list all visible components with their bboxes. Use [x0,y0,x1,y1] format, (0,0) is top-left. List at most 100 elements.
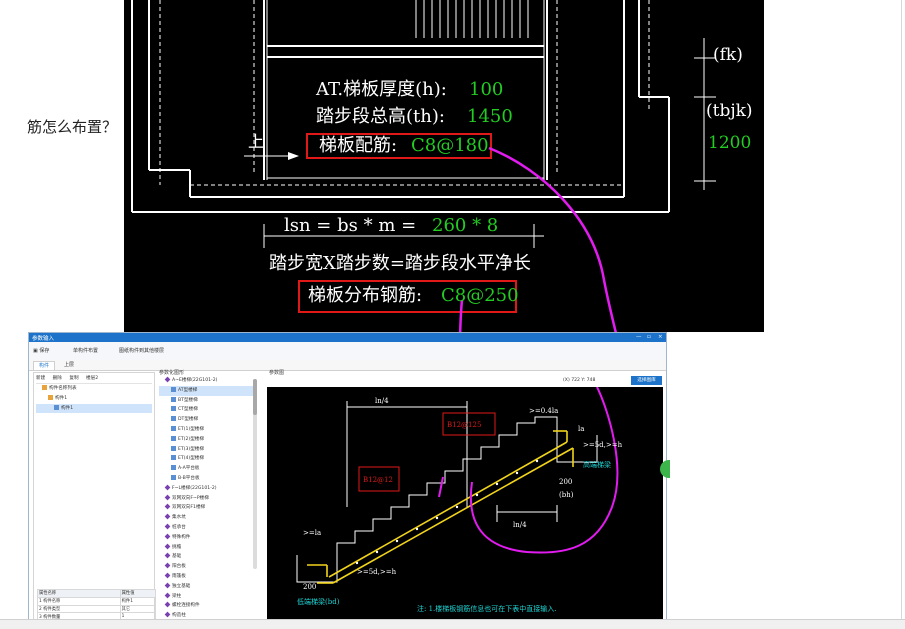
stair-type-icon [171,386,176,392]
tab-component[interactable]: 构件 [33,361,56,370]
tree-item[interactable]: AT型楼梯 [159,385,254,396]
mid-scrollbar-thumb[interactable] [253,379,257,415]
property-value[interactable]: 其它 [119,604,157,614]
tree-item[interactable]: DT型楼梯 [159,415,254,425]
tree-item[interactable]: 阳台板 [159,562,254,572]
category-icon [164,582,171,589]
dist-value: C8@250 [441,285,519,306]
left-toolbar: 新建 删除 复制 楼层2 [36,375,152,384]
tbjk-label: (tbjk) [706,101,753,121]
tree-item[interactable]: 双网双向F1楼梯 [159,503,254,513]
tab-upper[interactable]: 上层 [59,361,79,369]
note-text: 注: 1.楼梯板钢筋信息也可在下表中直接输入. [417,604,557,613]
tree-item[interactable]: 双网双向F~P楼梯 [159,494,254,504]
tree-item[interactable]: A-A平台板 [159,464,254,474]
tree-item[interactable]: B-B平台板 [159,474,254,484]
tree-item-label: 特殊构件 [172,534,191,540]
tree-item-label: 独立基础 [172,583,191,589]
stair-type-icon [171,465,176,471]
tree-item[interactable]: 雨篷板 [159,572,254,582]
tree-item[interactable]: 挑檐 [159,543,254,553]
rebar-label: 梯板配筋: [319,135,397,156]
tree-item[interactable]: 梁柱 [159,592,254,602]
tree-item[interactable]: 构件1 [36,403,152,414]
property-value[interactable]: 构件1 [119,596,157,606]
explain-text: 踏步宽X踏步数=踏步段水平净长 [269,253,531,274]
tree-item-label: 构造柱 [172,613,186,619]
title-bar: 参数输入 — ▫ × [29,333,666,342]
property-name: 2 构件类型 [37,604,121,614]
stair-type-icon [171,445,176,451]
tree-item[interactable]: A~E楼梯(22G101-2) [159,376,254,386]
delete-button[interactable]: 删除 [53,376,62,381]
new-button[interactable]: 新建 [36,376,45,381]
low-200-label: 200 [303,583,316,591]
parameter-drawing-pane: 参数图 (X) 722 Y: 748 选择图库 ln/4 ln/4 B12@12… [267,368,664,619]
stair-type-icon [171,435,176,441]
top-stair-svg: AT.梯板厚度(h): 100 踏步段总高(th): 1450 梯板配筋: C8… [131,0,753,548]
rebar-value: C8@180 [411,135,489,156]
copy-button[interactable]: 复制 [69,376,78,381]
select-library-button[interactable]: 选择图库 [631,376,662,385]
low-la-label: >=la [303,529,321,537]
property-table: 属性名称 属性值 1 构件名称构件12 构件类型其它3 构件数量14 预制类型现… [37,589,157,619]
tree-item[interactable]: 桩承台 [159,523,254,533]
category-icon [164,523,171,530]
tree-item[interactable]: CT型楼梯 [159,405,254,415]
property-value-header: 属性值 [119,589,157,598]
high-beam-label: 高端梯梁 [583,460,611,469]
main-toolbar: ▣ 保存 单构件布置 图纸构件到其他楼层 [29,342,666,361]
tree-item[interactable]: 集水坑 [159,513,254,523]
copy-floor-button[interactable]: 图纸构件到其他楼层 [119,347,164,354]
stair-section-svg: ln/4 ln/4 B12@125 B12@12 >=0.4la la >=5d… [296,386,623,613]
tree-item[interactable]: BT型楼梯 [159,396,254,406]
tree-item-label: 基础 [172,554,182,560]
tree-item[interactable]: ET(4)型楼梯 [159,454,254,464]
tree-item[interactable]: 基础 [159,552,254,562]
property-row[interactable]: 1 构件名称 构件1 [37,596,157,606]
top-anchor-label: >=0.4la [529,407,558,415]
tree-item-label: BT型楼梯 [178,397,198,403]
tree-item[interactable]: 独立基础 [159,582,254,592]
tree-item[interactable]: F~L楼梯(22G101-2) [159,484,254,494]
window-title: 参数输入 [32,336,55,342]
tree-item[interactable]: 特殊构件 [159,533,254,543]
lsn-values: 260 * 8 [432,215,498,236]
single-place-button[interactable]: 单构件布置 [73,347,98,354]
tree-item-label: 集水坑 [172,515,186,521]
stair-type-icon [171,406,176,412]
category-icon [164,484,171,491]
stair-type-icon [54,404,59,410]
bh-value: 200 [559,478,572,486]
tree-item[interactable]: ET(3)型楼梯 [159,445,254,455]
stair-type-icon [171,474,176,480]
tree-item-label: 挑檐 [172,544,182,550]
lower-rebar-label: B12@12 [363,476,393,484]
category-icon [164,543,171,549]
parametric-shape-pane: 参数化图形 A~E楼梯(22G101-2) AT型楼梯 BT型楼梯 CT型楼梯 DT型楼… [157,368,265,619]
tree-item-label: 桩承台 [172,524,186,530]
property-row[interactable]: 2 构件类型 其它 [37,604,157,614]
tree-item-label: 构件1 [61,405,74,411]
property-header-row: 属性名称 属性值 [37,589,157,598]
floor-select[interactable]: 楼层2 [86,376,98,381]
thickness-value: 100 [469,79,503,100]
thickness-label: AT.梯板厚度(h): [315,79,447,100]
lsn-label: lsn = bs * m = [284,215,416,236]
tree-item[interactable]: 构件1 [36,394,152,404]
tree-item-label: A~E楼梯(22G101-2) [172,378,218,383]
tree-item[interactable]: ET(1)型楼梯 [159,425,254,435]
tree-item[interactable]: 构件名称列表 [36,384,152,394]
save-button[interactable]: ▣ 保存 [33,347,49,354]
tree-item[interactable]: ET(2)型楼梯 [159,435,254,445]
stair-section-drawing: ln/4 ln/4 B12@125 B12@12 >=0.4la la >=5d… [267,386,663,619]
fk-label: (fk) [713,45,743,65]
minimize-button[interactable]: — [636,334,642,340]
up-label: 上 [248,132,264,151]
category-icon [164,504,171,510]
maximize-button[interactable]: ▫ [647,334,651,340]
category-icon [164,592,171,598]
close-button[interactable]: × [658,334,663,340]
tree-item[interactable]: 螺栓连接构件 [159,601,254,611]
property-name: 1 构件名称 [37,596,121,606]
